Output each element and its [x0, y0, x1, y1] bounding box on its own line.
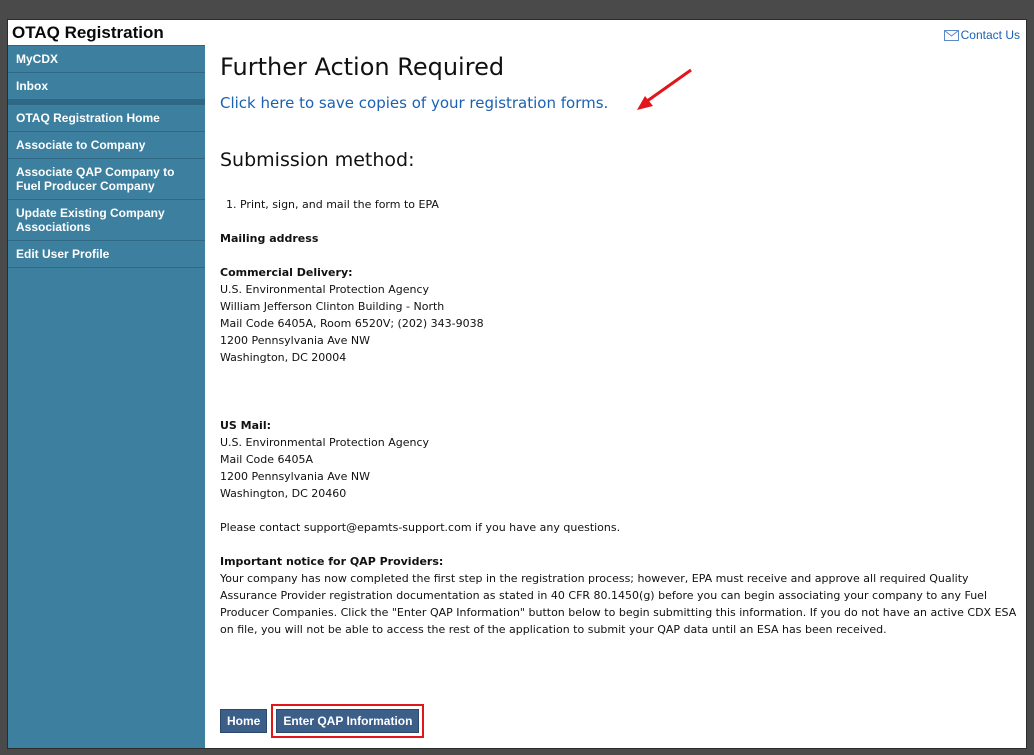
home-button[interactable]: Home — [220, 709, 268, 733]
step-1: 1. Print, sign, and mail the form to EPA — [226, 198, 439, 211]
contact-text: Please contact support@epamts-support.co… — [220, 521, 621, 534]
address-line: Washington, DC 20460 — [220, 487, 347, 500]
contact-us-label: Contact Us — [960, 28, 1020, 42]
enter-qap-button[interactable]: Enter QAP Information — [276, 709, 420, 733]
sidebar-item-edit-profile[interactable]: Edit User Profile — [8, 241, 205, 268]
address-line: Mail Code 6405A, Room 6520V; (202) 343-9… — [220, 317, 484, 330]
address-line: 1200 Pennsylvania Ave NW — [220, 470, 371, 483]
sidebar-item-associate-company[interactable]: Associate to Company — [8, 132, 205, 159]
sidebar: OTAQ Registration MyCDX Inbox OTAQ Regis… — [8, 20, 205, 748]
address-line: U.S. Environmental Protection Agency — [220, 283, 430, 296]
red-highlight-annotation: Enter QAP Information — [271, 704, 425, 738]
commercial-heading: Commercial Delivery: — [220, 266, 353, 279]
address-line: Mail Code 6405A — [220, 453, 314, 466]
app-title: OTAQ Registration — [8, 20, 205, 46]
address-line: Washington, DC 20004 — [220, 351, 347, 364]
sidebar-item-associate-qap[interactable]: Associate QAP Company to Fuel Producer C… — [8, 159, 205, 200]
submission-heading: Submission method: — [220, 149, 415, 171]
address-line: 1200 Pennsylvania Ave NW — [220, 334, 371, 347]
sidebar-item-inbox[interactable]: Inbox — [8, 73, 205, 100]
save-forms-link[interactable]: Click here to save copies of your regist… — [220, 94, 608, 112]
mailing-heading: Mailing address — [220, 232, 319, 245]
address-line: U.S. Environmental Protection Agency — [220, 436, 430, 449]
red-arrow-annotation — [637, 68, 692, 110]
sidebar-item-update-associations[interactable]: Update Existing Company Associations — [8, 200, 205, 241]
instructions-body: 1. Print, sign, and mail the form to EPA… — [220, 196, 1020, 638]
notice-heading: Important notice for QAP Providers: — [220, 555, 444, 568]
app-window: OTAQ Registration MyCDX Inbox OTAQ Regis… — [7, 19, 1027, 749]
notice-body: Your company has now completed the first… — [220, 572, 1017, 636]
address-line: William Jefferson Clinton Building - Nor… — [220, 300, 445, 313]
action-buttons: Home Enter QAP Information — [220, 704, 425, 738]
main-content: Contact Us Further Action Required Click… — [220, 20, 1020, 748]
sidebar-item-mycdx[interactable]: MyCDX — [8, 46, 205, 73]
contact-us-link[interactable]: Contact Us — [943, 28, 1020, 42]
sidebar-item-otaq-home[interactable]: OTAQ Registration Home — [8, 105, 205, 132]
usmail-heading: US Mail: — [220, 419, 271, 432]
page-title: Further Action Required — [220, 53, 505, 81]
mail-icon — [943, 29, 959, 41]
